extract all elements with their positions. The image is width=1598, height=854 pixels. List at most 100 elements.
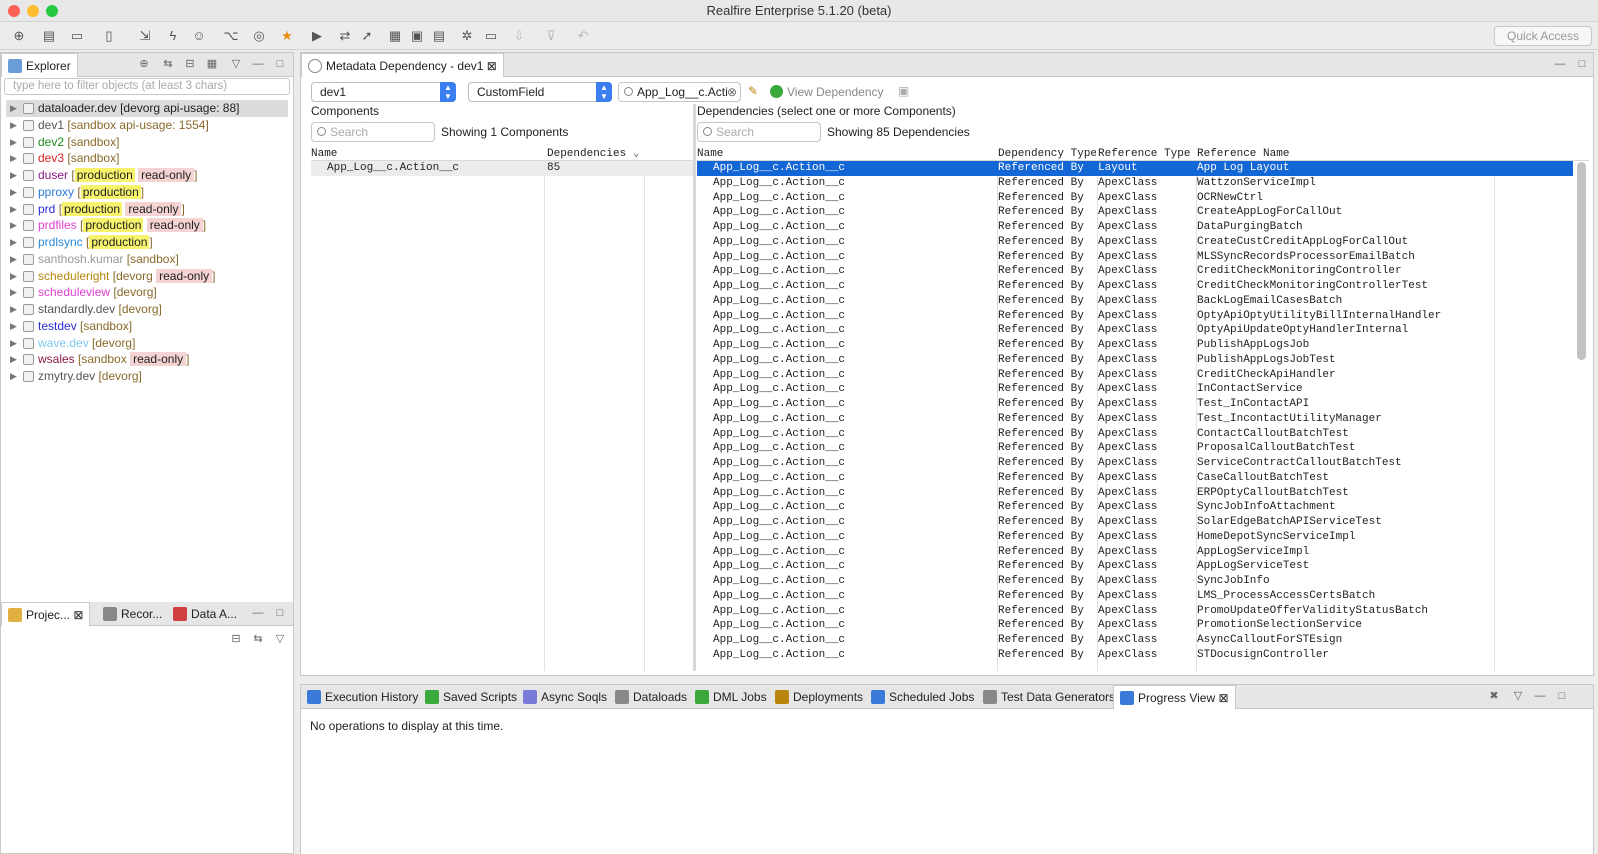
layout-icon[interactable]: ▦: [205, 57, 219, 71]
org-item[interactable]: ▶ prdfiles [production read-only]: [6, 217, 288, 234]
tab-saved-scripts[interactable]: Saved Scripts: [419, 685, 523, 709]
expand-arrow-icon[interactable]: ▶: [10, 117, 17, 134]
org-item[interactable]: ▶ pproxy [production]: [6, 184, 288, 201]
view-menu-icon[interactable]: ▽: [229, 57, 243, 71]
tab-dml-jobs[interactable]: DML Jobs: [689, 685, 773, 709]
header-reference-type[interactable]: Reference Type: [1098, 147, 1196, 162]
dependencies-search-input[interactable]: Search: [697, 122, 821, 142]
expand-arrow-icon[interactable]: ▶: [10, 335, 17, 352]
org-item[interactable]: ▶ scheduleview [devorg]: [6, 284, 288, 301]
graph-icon[interactable]: ⌥: [220, 27, 242, 45]
close-icon[interactable]: ⊠: [73, 608, 83, 622]
collapse-all-icon[interactable]: ⊟: [229, 632, 243, 646]
header-dependencies[interactable]: Dependencies: [547, 147, 637, 162]
expand-arrow-icon[interactable]: ▶: [10, 234, 17, 251]
tab-explorer[interactable]: Explorer: [1, 53, 78, 77]
document-icon[interactable]: ▯: [98, 27, 120, 45]
collapse-all-icon[interactable]: ⊟: [183, 57, 197, 71]
edit-pencil-icon[interactable]: ✎: [748, 84, 758, 98]
tab-scheduled-jobs[interactable]: Scheduled Jobs: [865, 685, 980, 709]
maximize-icon[interactable]: □: [1555, 689, 1569, 703]
dependency-row[interactable]: App_Log__c.Action__c Referenced By ApexCla…: [697, 382, 1573, 397]
dependency-row[interactable]: App_Log__c.Action__c Referenced By ApexCla…: [697, 648, 1573, 663]
dependency-row[interactable]: App_Log__c.Action__c Referenced By ApexCla…: [697, 633, 1573, 648]
dependency-row[interactable]: App_Log__c.Action__c Referenced By ApexCla…: [697, 279, 1573, 294]
settings-icon[interactable]: ✲: [456, 27, 478, 45]
expand-arrow-icon[interactable]: ▶: [10, 301, 17, 318]
org-item[interactable]: ▶ dataloader.dev [devorg api-usage: 88]: [6, 100, 288, 117]
download-icon[interactable]: ⇩: [508, 27, 530, 45]
query-icon[interactable]: ◎: [248, 27, 270, 45]
zoom-window-button[interactable]: [46, 5, 58, 17]
splitter[interactable]: [693, 104, 696, 671]
expand-arrow-icon[interactable]: ▶: [10, 201, 17, 218]
minimize-icon[interactable]: —: [251, 57, 265, 71]
header-name[interactable]: Name: [311, 147, 541, 162]
tab-test-data-generators[interactable]: Test Data Generators: [977, 685, 1121, 709]
tab-async-soqls[interactable]: Async Soqls: [517, 685, 613, 709]
dependency-row[interactable]: App_Log__c.Action__c Referenced By ApexCla…: [697, 515, 1573, 530]
org-select[interactable]: dev1 ▲ ▼: [311, 82, 456, 102]
minimize-icon[interactable]: —: [251, 606, 265, 620]
sync-icon[interactable]: ⇆: [161, 57, 175, 71]
dependency-row[interactable]: App_Log__c.Action__c Referenced By ApexCla…: [697, 604, 1573, 619]
expand-arrow-icon[interactable]: ▶: [10, 134, 17, 151]
org-item[interactable]: ▶ zmytry.dev [devorg]: [6, 368, 288, 385]
type-select[interactable]: CustomField ▲ ▼: [468, 82, 612, 102]
tab-progress-view[interactable]: Progress View ⊠: [1113, 685, 1236, 709]
tab-dataloads[interactable]: Dataloads: [609, 685, 693, 709]
dependency-row[interactable]: App_Log__c.Action__c Referenced By ApexCla…: [697, 500, 1573, 515]
dependency-row[interactable]: App_Log__c.Action__c Referenced By ApexCla…: [697, 338, 1573, 353]
new-icon[interactable]: ⊕: [8, 27, 30, 45]
maximize-icon[interactable]: □: [273, 57, 287, 71]
dependency-row[interactable]: App_Log__c.Action__c Referenced By ApexCla…: [697, 205, 1573, 220]
dependency-row[interactable]: App_Log__c.Action__c Referenced By ApexCla…: [697, 294, 1573, 309]
dependency-row[interactable]: App_Log__c.Action__c Referenced By ApexCla…: [697, 412, 1573, 427]
new-script-icon[interactable]: ▤: [38, 27, 60, 45]
quick-access-input[interactable]: Quick Access: [1494, 26, 1592, 46]
dependency-row[interactable]: App_Log__c.Action__c Referenced By Layout A…: [697, 161, 1573, 176]
dependency-row[interactable]: App_Log__c.Action__c Referenced By ApexCla…: [697, 574, 1573, 589]
maximize-icon[interactable]: □: [1575, 57, 1589, 71]
org-item[interactable]: ▶ dev3 [sandbox]: [6, 150, 288, 167]
expand-arrow-icon[interactable]: ▶: [10, 217, 17, 234]
components-search-input[interactable]: Search: [311, 122, 435, 142]
org-item[interactable]: ▶ standardly.dev [devorg]: [6, 301, 288, 318]
org-item[interactable]: ▶ prdlsync [production]: [6, 234, 288, 251]
org-item[interactable]: ▶ prd [production read-only]: [6, 201, 288, 218]
folder-icon[interactable]: ▭: [480, 27, 502, 45]
close-icon[interactable]: ⊠: [487, 59, 497, 73]
dependency-row[interactable]: App_Log__c.Action__c Referenced By ApexCla…: [697, 427, 1573, 442]
dependency-row[interactable]: App_Log__c.Action__c Referenced By ApexCla…: [697, 323, 1573, 338]
dependency-row[interactable]: App_Log__c.Action__c Referenced By ApexCla…: [697, 618, 1573, 633]
dependency-row[interactable]: App_Log__c.Action__c Referenced By ApexCla…: [697, 589, 1573, 604]
tab-execution-history[interactable]: Execution History: [301, 685, 424, 709]
close-window-button[interactable]: [8, 5, 20, 17]
dependency-row[interactable]: App_Log__c.Action__c Referenced By ApexCla…: [697, 264, 1573, 279]
tab-deployments[interactable]: Deployments: [769, 685, 869, 709]
clear-icon[interactable]: ⊗: [727, 83, 737, 101]
tab-records[interactable]: Recor...: [97, 602, 168, 626]
open-folder-icon[interactable]: ▭: [66, 27, 88, 45]
view-dependency-button[interactable]: View Dependency: [770, 85, 884, 99]
dependency-row[interactable]: App_Log__c.Action__c Referenced By ApexCla…: [697, 397, 1573, 412]
people-icon[interactable]: ☺: [188, 27, 210, 45]
dependency-row[interactable]: App_Log__c.Action__c Referenced By ApexCla…: [697, 353, 1573, 368]
dependency-row[interactable]: App_Log__c.Action__c Referenced By ApexCla…: [697, 486, 1573, 501]
org-item[interactable]: ▶ dev1 [sandbox api-usage: 1554]: [6, 117, 288, 134]
tab-projects[interactable]: Projec... ⊠: [1, 602, 91, 626]
import-icon[interactable]: ⇲: [134, 27, 156, 45]
dependency-row[interactable]: App_Log__c.Action__c Referenced By ApexCla…: [697, 191, 1573, 206]
minimize-window-button[interactable]: [27, 5, 39, 17]
org-item[interactable]: ▶ testdev [sandbox]: [6, 318, 288, 335]
expand-arrow-icon[interactable]: ▶: [10, 100, 17, 117]
dependency-row[interactable]: App_Log__c.Action__c Referenced By ApexCla…: [697, 220, 1573, 235]
org-item[interactable]: ▶ wsales [sandbox read-only]: [6, 351, 288, 368]
star-icon[interactable]: ★: [276, 27, 298, 45]
expand-arrow-icon[interactable]: ▶: [10, 251, 17, 268]
component-row[interactable]: App_Log__c.Action__c 85: [311, 161, 693, 176]
maximize-icon[interactable]: □: [273, 606, 287, 620]
add-org-icon[interactable]: ⊕: [137, 57, 151, 71]
run-icon[interactable]: ▶: [306, 27, 328, 45]
org-item[interactable]: ▶ dev2 [sandbox]: [6, 134, 288, 151]
